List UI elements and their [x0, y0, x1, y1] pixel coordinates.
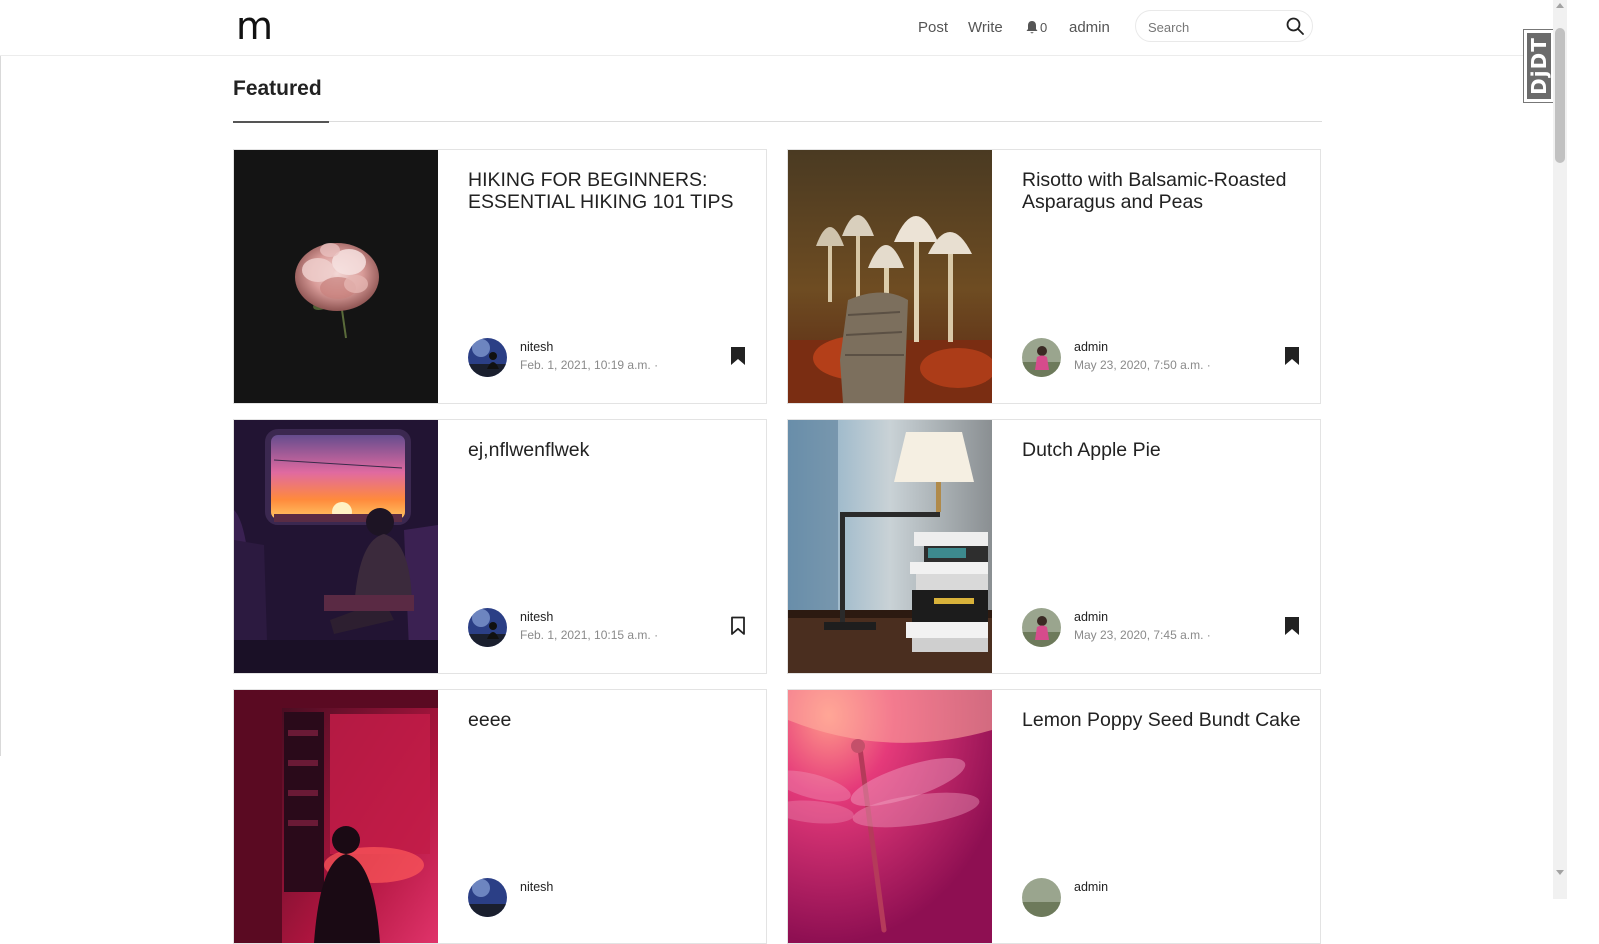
- bookmark-filled-icon[interactable]: [1284, 616, 1300, 636]
- debug-toolbar-logo: DjDT: [1527, 33, 1551, 99]
- page-scrollbar[interactable]: [1553, 0, 1567, 899]
- bookmark-outline-icon[interactable]: [730, 616, 746, 636]
- post-card[interactable]: Lemon Poppy Seed Bundt Cake admin: [787, 689, 1321, 944]
- author-avatar-image: [1022, 608, 1061, 647]
- debug-toolbar-handle[interactable]: DjDT: [1523, 29, 1555, 103]
- bookmark-filled-icon[interactable]: [1284, 346, 1300, 366]
- author-avatar-image: [468, 608, 507, 647]
- desk-lamp-books-image: [788, 420, 992, 673]
- post-card[interactable]: Dutch Apple Pie admin May 23, 2020, 7:45…: [787, 419, 1321, 674]
- pink-dragonfly-image: [788, 690, 992, 943]
- author-avatar-image: [468, 338, 507, 377]
- train-window-sunset-image: [234, 420, 438, 673]
- scroll-up-arrow-icon[interactable]: [1556, 3, 1564, 8]
- post-author[interactable]: nitesh: [520, 340, 553, 354]
- bell-icon: [1026, 20, 1038, 33]
- post-author[interactable]: admin: [1074, 880, 1108, 894]
- page-left-rule: [0, 24, 1, 756]
- post-card[interactable]: ej,nflwenflwek nitesh Feb. 1, 2021, 10:1…: [233, 419, 767, 674]
- top-navbar: m Post Write 0 admin: [0, 0, 1551, 56]
- post-date: Feb. 1, 2021, 10:15 a.m. ·: [520, 628, 659, 642]
- featured-heading: Featured: [233, 77, 322, 100]
- featured-underline: [233, 121, 329, 123]
- post-card[interactable]: Risotto with Balsamic-Roasted Asparagus …: [787, 149, 1321, 404]
- pink-peony-image: [234, 150, 438, 403]
- notification-count: 0: [1040, 19, 1048, 35]
- author-avatar[interactable]: [468, 878, 507, 917]
- post-thumbnail[interactable]: [788, 420, 992, 673]
- mushrooms-image: [788, 150, 992, 403]
- post-thumbnail[interactable]: [788, 690, 992, 943]
- debug-toolbar-label: DjDT: [1527, 37, 1551, 95]
- post-title[interactable]: ej,nflwenflwek: [468, 439, 748, 462]
- search-input[interactable]: [1146, 11, 1285, 43]
- nav-link-post[interactable]: Post: [918, 0, 948, 54]
- post-card[interactable]: eeee nitesh: [233, 689, 767, 944]
- search-icon[interactable]: [1286, 17, 1304, 35]
- featured-divider: [233, 121, 1322, 122]
- post-thumbnail[interactable]: [234, 690, 438, 943]
- post-author[interactable]: nitesh: [520, 610, 553, 624]
- red-room-illustration-image: [234, 690, 438, 943]
- author-avatar[interactable]: [1022, 338, 1061, 377]
- author-avatar[interactable]: [1022, 608, 1061, 647]
- post-date: May 23, 2020, 7:45 a.m. ·: [1074, 628, 1211, 642]
- author-avatar-image: [1022, 878, 1061, 917]
- post-date: May 23, 2020, 7:50 a.m. ·: [1074, 358, 1211, 372]
- nav-notifications[interactable]: 0: [1025, 0, 1047, 54]
- post-title[interactable]: eeee: [468, 709, 748, 732]
- post-date: Feb. 1, 2021, 10:19 a.m. ·: [520, 358, 659, 372]
- post-title[interactable]: Dutch Apple Pie: [1022, 439, 1302, 462]
- post-title[interactable]: Risotto with Balsamic-Roasted Asparagus …: [1022, 169, 1302, 213]
- post-title[interactable]: Lemon Poppy Seed Bundt Cake: [1022, 709, 1302, 732]
- author-avatar[interactable]: [468, 608, 507, 647]
- scroll-down-arrow-icon[interactable]: [1556, 870, 1564, 875]
- search-box: [1135, 10, 1313, 43]
- scrollbar-thumb[interactable]: [1555, 28, 1565, 163]
- post-author[interactable]: admin: [1074, 610, 1108, 624]
- nav-link-write[interactable]: Write: [968, 0, 1003, 54]
- author-avatar-image: [1022, 338, 1061, 377]
- post-thumbnail[interactable]: [234, 420, 438, 673]
- post-card[interactable]: HIKING FOR BEGINNERS: ESSENTIAL HIKING 1…: [233, 149, 767, 404]
- site-logo[interactable]: m: [236, 4, 273, 48]
- author-avatar[interactable]: [1022, 878, 1061, 917]
- post-thumbnail[interactable]: [234, 150, 438, 403]
- post-thumbnail[interactable]: [788, 150, 992, 403]
- author-avatar[interactable]: [468, 338, 507, 377]
- nav-user-menu[interactable]: admin: [1069, 0, 1110, 54]
- post-author[interactable]: nitesh: [520, 880, 553, 894]
- author-avatar-image: [468, 878, 507, 917]
- post-title[interactable]: HIKING FOR BEGINNERS: ESSENTIAL HIKING 1…: [468, 169, 748, 213]
- bookmark-filled-icon[interactable]: [730, 346, 746, 366]
- post-author[interactable]: admin: [1074, 340, 1108, 354]
